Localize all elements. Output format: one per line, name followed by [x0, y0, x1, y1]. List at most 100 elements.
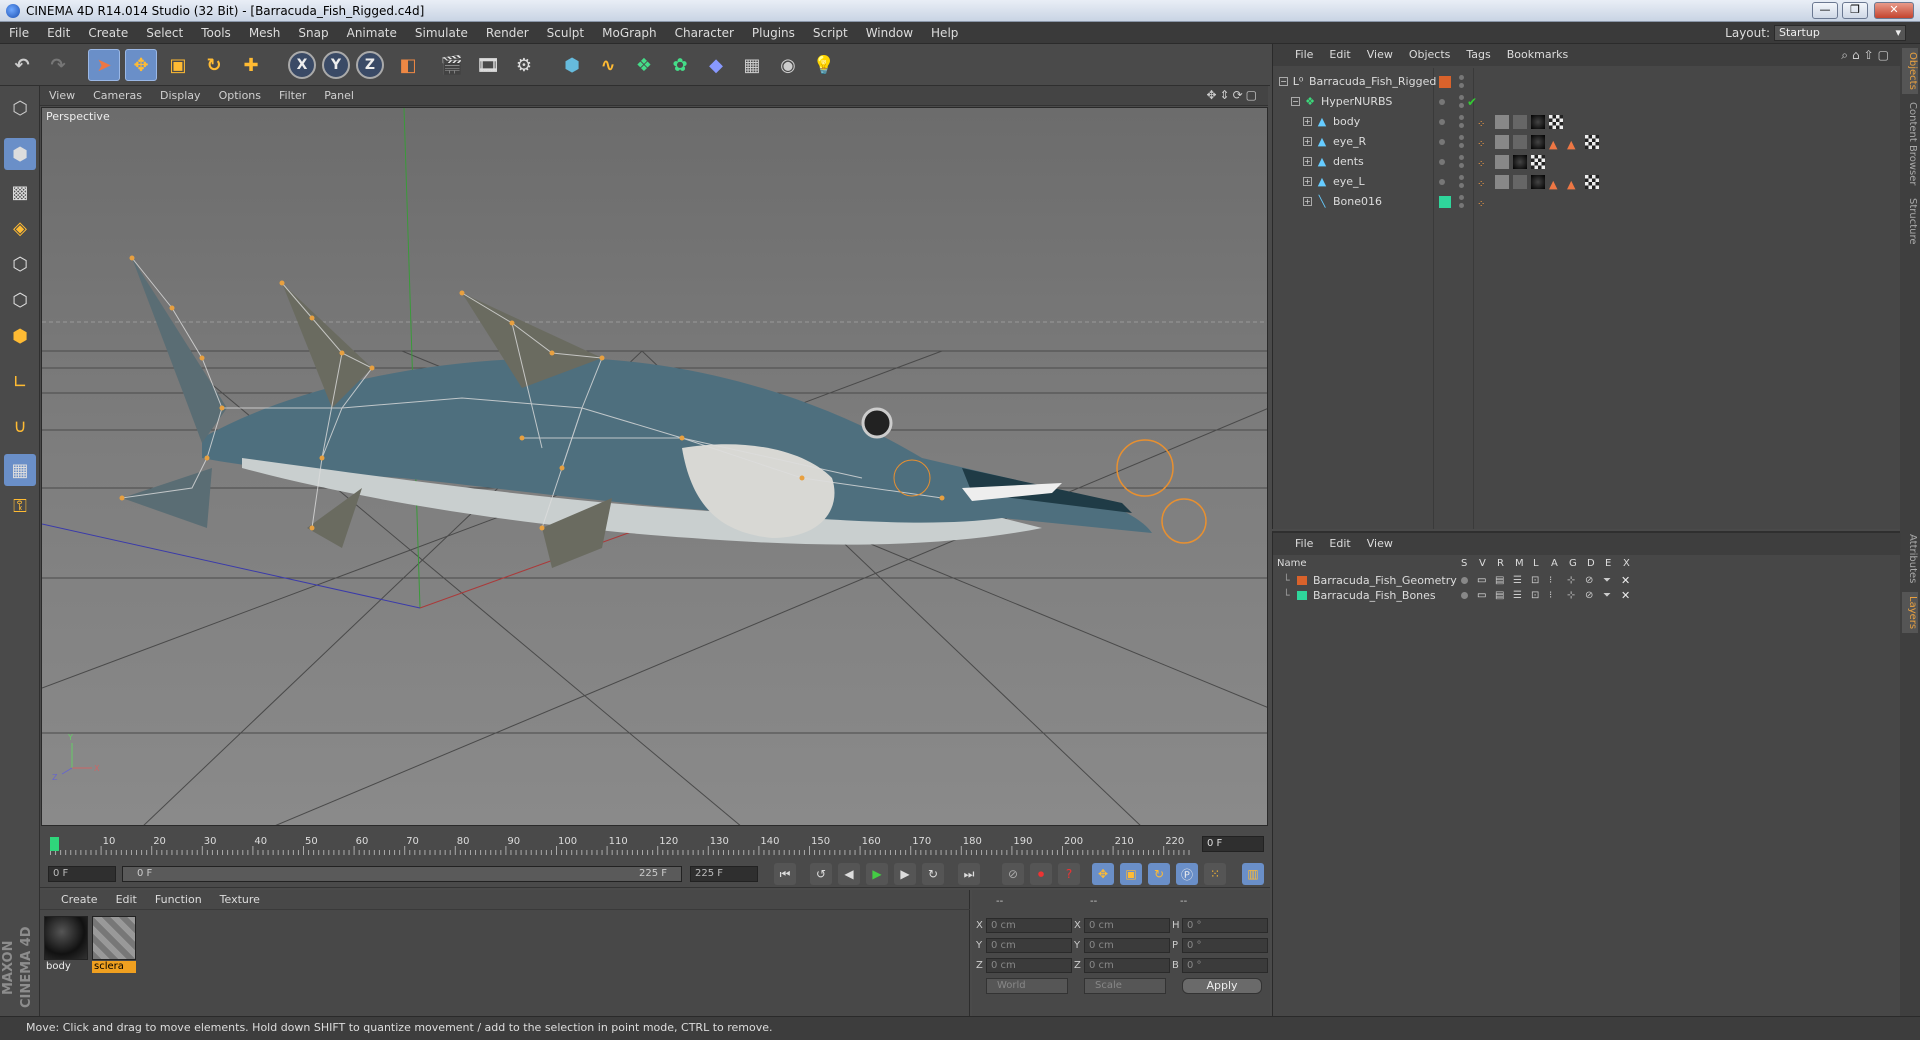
live-selection-icon[interactable]: ➤: [88, 49, 120, 81]
col-view[interactable]: V: [1479, 557, 1486, 571]
x-axis-lock-button[interactable]: X: [288, 51, 316, 79]
viewport-menu-panel[interactable]: Panel: [315, 86, 363, 106]
tab-structure[interactable]: Structure: [1902, 194, 1918, 249]
deformers-icon[interactable]: ⊘: [1585, 588, 1593, 603]
deformers-icon[interactable]: ⊘: [1585, 573, 1593, 588]
next-frame-icon[interactable]: ▶: [894, 863, 916, 885]
menu-help[interactable]: Help: [922, 22, 967, 44]
collapse-icon[interactable]: −: [1291, 97, 1300, 106]
editor-visibility-dot[interactable]: [1459, 95, 1464, 100]
layer-row[interactable]: └ Barracuda_Fish_Geometry ▭ ▤ ☰ ⊡ ⁝ ⊹ ⊘ …: [1273, 573, 1901, 588]
obj-menu-tags[interactable]: Tags: [1458, 44, 1498, 66]
coord-rot-h-field[interactable]: 0 °: [1182, 918, 1268, 933]
object-row[interactable]: − L⁰ Barracuda_Fish_Rigged: [1273, 72, 1901, 92]
snap-magnet-icon[interactable]: ∪: [4, 410, 36, 442]
material-body-label[interactable]: body: [44, 961, 88, 973]
search-icon[interactable]: ⌕⌂⇧▢: [1841, 44, 1893, 66]
maximize-button[interactable]: ❐: [1842, 2, 1868, 19]
next-key-icon[interactable]: ↻: [922, 863, 944, 885]
prev-frame-icon[interactable]: ◀: [838, 863, 860, 885]
object-name[interactable]: dents: [1333, 152, 1364, 172]
viewport-menu-cameras[interactable]: Cameras: [84, 86, 151, 106]
render-settings-icon[interactable]: ⚙: [508, 49, 540, 81]
camera-icon[interactable]: ◉: [772, 49, 804, 81]
material-sclera-label[interactable]: sclera: [92, 961, 136, 973]
generators-icon[interactable]: ⊹: [1567, 573, 1575, 588]
3d-viewport[interactable]: Perspective Y X Z: [41, 107, 1268, 826]
layer-color-swatch[interactable]: [1297, 576, 1307, 585]
object-row[interactable]: + ▲ body ⁘: [1273, 112, 1901, 132]
weight-tag-icon[interactable]: ⁘: [1477, 155, 1491, 170]
animation-icon[interactable]: ⁝: [1549, 573, 1552, 588]
close-button[interactable]: ✕: [1874, 2, 1914, 19]
scale-tool-icon[interactable]: ▣: [162, 49, 194, 81]
menu-character[interactable]: Character: [666, 22, 743, 44]
col-expressions[interactable]: E: [1605, 557, 1611, 571]
end-frame-field[interactable]: 225 F: [690, 866, 758, 882]
layer-dot[interactable]: [1439, 99, 1445, 105]
material-tag-icon[interactable]: [1531, 115, 1545, 129]
coord-pos-y-field[interactable]: 0 cm: [986, 938, 1072, 953]
auto-keying-icon[interactable]: ⏺: [1030, 863, 1052, 885]
coord-pos-x-field[interactable]: 0 cm: [986, 918, 1072, 933]
layer-dot[interactable]: [1439, 179, 1445, 185]
editor-visibility-dot[interactable]: [1459, 115, 1464, 120]
menu-file[interactable]: File: [0, 22, 38, 44]
key-position-icon[interactable]: ✥: [1092, 863, 1114, 885]
axis-mode-icon[interactable]: ∟: [4, 366, 36, 398]
obj-menu-file[interactable]: File: [1287, 44, 1321, 66]
menu-select[interactable]: Select: [137, 22, 192, 44]
phong-tag-icon[interactable]: [1495, 175, 1509, 189]
animation-icon[interactable]: ⁝: [1549, 588, 1552, 603]
coordinate-system-icon[interactable]: ◧: [392, 49, 424, 81]
spline-pen-icon[interactable]: ∿: [592, 49, 624, 81]
manager-icon[interactable]: ☰: [1513, 588, 1522, 603]
expand-icon[interactable]: +: [1303, 137, 1312, 146]
layer-dot[interactable]: [1439, 139, 1445, 145]
keyframe-selection-icon[interactable]: ?: [1058, 863, 1080, 885]
coord-size-z-field[interactable]: 0 cm: [1084, 958, 1170, 973]
frame-range-slider[interactable]: 0 F 225 F: [122, 866, 682, 882]
enabled-check-icon[interactable]: ✔: [1467, 92, 1477, 112]
expand-icon[interactable]: +: [1303, 197, 1312, 206]
coord-space-dropdown[interactable]: World: [986, 978, 1068, 994]
layer-row[interactable]: └ Barracuda_Fish_Bones ▭ ▤ ☰ ⊡ ⁝ ⊹ ⊘ ⏷ ✕: [1273, 588, 1901, 603]
record-keys-icon[interactable]: ⊘: [1002, 863, 1024, 885]
layer-menu-edit[interactable]: Edit: [1321, 533, 1358, 555]
uvw-tag-icon[interactable]: [1513, 135, 1527, 149]
expressions-icon[interactable]: ⏷: [1603, 573, 1611, 588]
render-visibility-dot[interactable]: [1459, 203, 1464, 208]
prev-key-icon[interactable]: ↺: [810, 863, 832, 885]
workplane-icon[interactable]: ▦: [4, 454, 36, 486]
texture-tag-icon[interactable]: [1585, 175, 1599, 189]
polygons-mode-icon[interactable]: ⬢: [4, 320, 36, 352]
weight-tag-icon[interactable]: ⁘: [1477, 115, 1491, 130]
render-visibility-dot[interactable]: [1459, 123, 1464, 128]
coord-size-mode-dropdown[interactable]: Scale: [1084, 978, 1166, 994]
editor-visibility-dot[interactable]: [1459, 135, 1464, 140]
light-icon[interactable]: 💡: [808, 49, 840, 81]
expand-icon[interactable]: +: [1303, 157, 1312, 166]
layer-color-swatch[interactable]: [1297, 591, 1307, 600]
layer-color-swatch[interactable]: [1439, 196, 1451, 208]
menu-render[interactable]: Render: [477, 22, 538, 44]
expressions-icon[interactable]: ⏷: [1603, 588, 1611, 603]
weight-tag-icon[interactable]: ⁘: [1477, 195, 1491, 210]
viewport-menu-filter[interactable]: Filter: [270, 86, 315, 106]
menu-simulate[interactable]: Simulate: [406, 22, 477, 44]
object-row[interactable]: + ▲ eye_R ⁘ ▲ ▲: [1273, 132, 1901, 152]
obj-menu-bookmarks[interactable]: Bookmarks: [1499, 44, 1576, 66]
obj-menu-edit[interactable]: Edit: [1321, 44, 1358, 66]
array-icon[interactable]: ✿: [664, 49, 696, 81]
object-name[interactable]: HyperNURBS: [1321, 92, 1392, 112]
col-render[interactable]: R: [1497, 557, 1504, 571]
col-name[interactable]: Name: [1277, 557, 1307, 571]
coord-rot-b-field[interactable]: 0 °: [1182, 958, 1268, 973]
render-view-icon[interactable]: 🎬: [436, 49, 468, 81]
chin-bone-controller[interactable]: [1161, 498, 1207, 544]
layer-menu-view[interactable]: View: [1359, 533, 1401, 555]
generators-icon[interactable]: ⊹: [1567, 588, 1575, 603]
menu-script[interactable]: Script: [804, 22, 857, 44]
render-visibility-dot[interactable]: [1459, 183, 1464, 188]
render-visibility-dot[interactable]: [1459, 143, 1464, 148]
